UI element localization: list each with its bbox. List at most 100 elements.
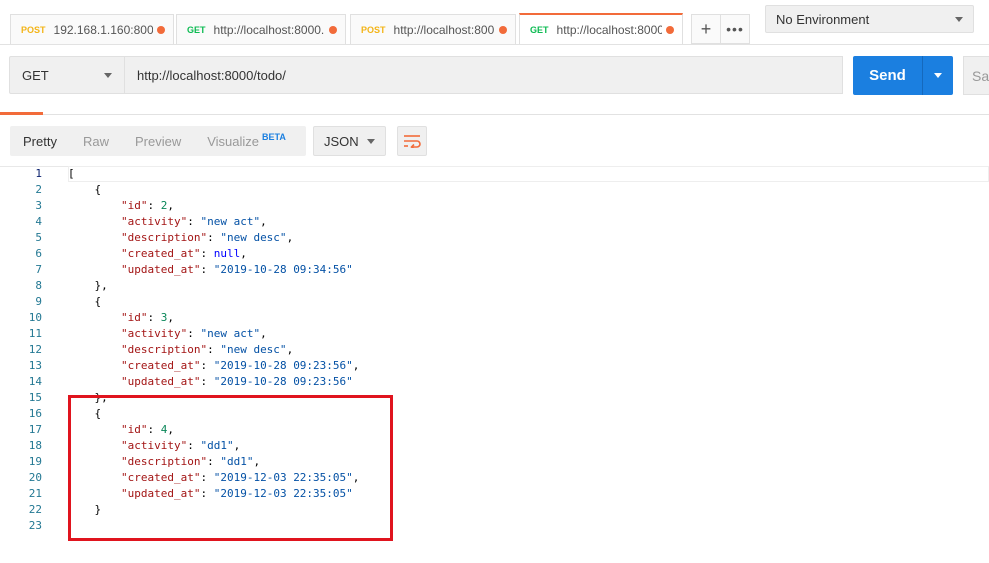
code-text: { <box>68 295 102 308</box>
line-number: 2 <box>35 183 42 196</box>
chevron-down-icon <box>367 138 375 144</box>
code-text: "updated_at": "2019-10-28 09:34:56" <box>120 263 353 276</box>
code-line: 7 "updated_at": "2019-10-28 09:34:56" <box>0 262 989 278</box>
code-line: 3 "id": 2, <box>0 198 989 214</box>
tab-method: GET <box>530 24 549 35</box>
section-divider <box>0 114 989 115</box>
line-number: 19 <box>28 455 42 468</box>
line-number: 12 <box>28 343 42 356</box>
code-text: "id": 2, <box>120 199 174 212</box>
code-text: "created_at": "2019-10-28 09:23:56", <box>120 359 360 372</box>
line-number: 1 <box>35 167 42 180</box>
code-text: [ <box>68 167 75 180</box>
line-number: 21 <box>28 487 42 500</box>
line-number: 20 <box>28 471 42 484</box>
format-label: JSON <box>324 133 359 149</box>
request-tab[interactable]: GET http://localhost:8000... <box>176 14 346 44</box>
more-icon: ••• <box>726 21 744 37</box>
line-number: 22 <box>28 503 42 516</box>
environment-select[interactable]: No Environment <box>765 5 974 33</box>
line-number: 14 <box>28 375 42 388</box>
line-number: 15 <box>28 391 42 404</box>
send-options-button[interactable] <box>922 56 953 95</box>
tab-raw[interactable]: Raw <box>70 126 122 156</box>
url-input[interactable]: http://localhost:8000/todo/ <box>124 56 843 94</box>
tab-options-button[interactable]: ••• <box>720 14 750 44</box>
line-number: 16 <box>28 407 42 420</box>
request-tab[interactable]: GET http://localhost:8000... <box>519 13 683 44</box>
line-number: 8 <box>35 279 42 292</box>
code-line: 2 { <box>0 182 989 198</box>
code-line: 11 "activity": "new act", <box>0 326 989 342</box>
line-number: 3 <box>35 199 42 212</box>
line-number: 23 <box>28 519 42 532</box>
method-label: GET <box>22 67 49 83</box>
annotation-highlight-box <box>68 395 393 541</box>
line-number: 7 <box>35 263 42 276</box>
environment-label: No Environment <box>776 11 870 27</box>
code-text: "description": "new desc", <box>120 343 294 356</box>
unsaved-changes-icon <box>666 25 674 34</box>
unsaved-changes-icon <box>499 25 507 34</box>
code-text: "created_at": null, <box>120 247 247 260</box>
tab-url: 192.168.1.160:8000... <box>53 22 153 37</box>
code-line: 12 "description": "new desc", <box>0 342 989 358</box>
code-text: "updated_at": "2019-10-28 09:23:56" <box>120 375 353 388</box>
response-view-tabs: Pretty Raw Preview Visualize BETA <box>10 126 306 156</box>
code-line: 14 "updated_at": "2019-10-28 09:23:56" <box>0 374 989 390</box>
code-text: }, <box>68 279 108 292</box>
tab-pretty-label: Pretty <box>23 133 57 149</box>
wrap-lines-button[interactable] <box>397 126 427 156</box>
tab-url: http://localhost:8000... <box>556 22 662 37</box>
chevron-down-icon <box>955 16 963 22</box>
code-text: "description": "new desc", <box>120 231 294 244</box>
unsaved-changes-icon <box>157 25 165 34</box>
plus-icon: + <box>700 18 712 39</box>
line-number: 17 <box>28 423 42 436</box>
code-line: 6 "created_at": null, <box>0 246 989 262</box>
send-button[interactable]: Send <box>853 56 922 95</box>
code-line: 13 "created_at": "2019-10-28 09:23:56", <box>0 358 989 374</box>
save-button[interactable]: Sav <box>963 56 989 95</box>
line-number: 6 <box>35 247 42 260</box>
line-number: 5 <box>35 231 42 244</box>
code-line: 8 }, <box>0 278 989 294</box>
line-number: 4 <box>35 215 42 228</box>
tab-method: GET <box>187 24 206 35</box>
code-line: 5 "description": "new desc", <box>0 230 989 246</box>
chevron-down-icon <box>104 72 112 78</box>
unsaved-changes-icon <box>329 25 337 34</box>
chevron-down-icon <box>934 73 942 78</box>
tab-preview[interactable]: Preview <box>122 126 194 156</box>
tab-visualize[interactable]: Visualize BETA <box>194 126 299 156</box>
code-line: 1[ <box>0 166 989 182</box>
line-number: 10 <box>28 311 42 324</box>
beta-badge: BETA <box>262 132 286 142</box>
tab-method: POST <box>21 24 46 35</box>
code-line: 9 { <box>0 294 989 310</box>
tab-method: POST <box>361 24 386 35</box>
line-number: 18 <box>28 439 42 452</box>
code-line: 10 "id": 3, <box>0 310 989 326</box>
tab-url: http://localhost:8000... <box>213 22 325 37</box>
code-text: "id": 3, <box>120 311 174 324</box>
code-text: "activity": "new act", <box>120 215 267 228</box>
code-text: "activity": "new act", <box>120 327 267 340</box>
line-number: 13 <box>28 359 42 372</box>
wrap-lines-icon <box>404 135 421 148</box>
code-text: { <box>68 183 102 196</box>
request-tab[interactable]: POST 192.168.1.160:8000... <box>10 14 174 44</box>
active-section-indicator <box>0 112 43 115</box>
tab-pretty[interactable]: Pretty <box>10 126 70 156</box>
method-select[interactable]: GET <box>9 56 125 94</box>
format-select[interactable]: JSON <box>313 126 386 156</box>
tab-preview-label: Preview <box>134 133 182 149</box>
tab-url: http://localhost:800... <box>393 22 495 37</box>
line-number: 9 <box>35 295 42 308</box>
request-tab[interactable]: POST http://localhost:800... <box>350 14 516 44</box>
code-line: 4 "activity": "new act", <box>0 214 989 230</box>
tab-raw-label: Raw <box>82 133 109 149</box>
tab-visualize-label: Visualize <box>207 133 260 149</box>
line-number: 11 <box>28 327 42 340</box>
new-tab-button[interactable]: + <box>691 14 721 44</box>
